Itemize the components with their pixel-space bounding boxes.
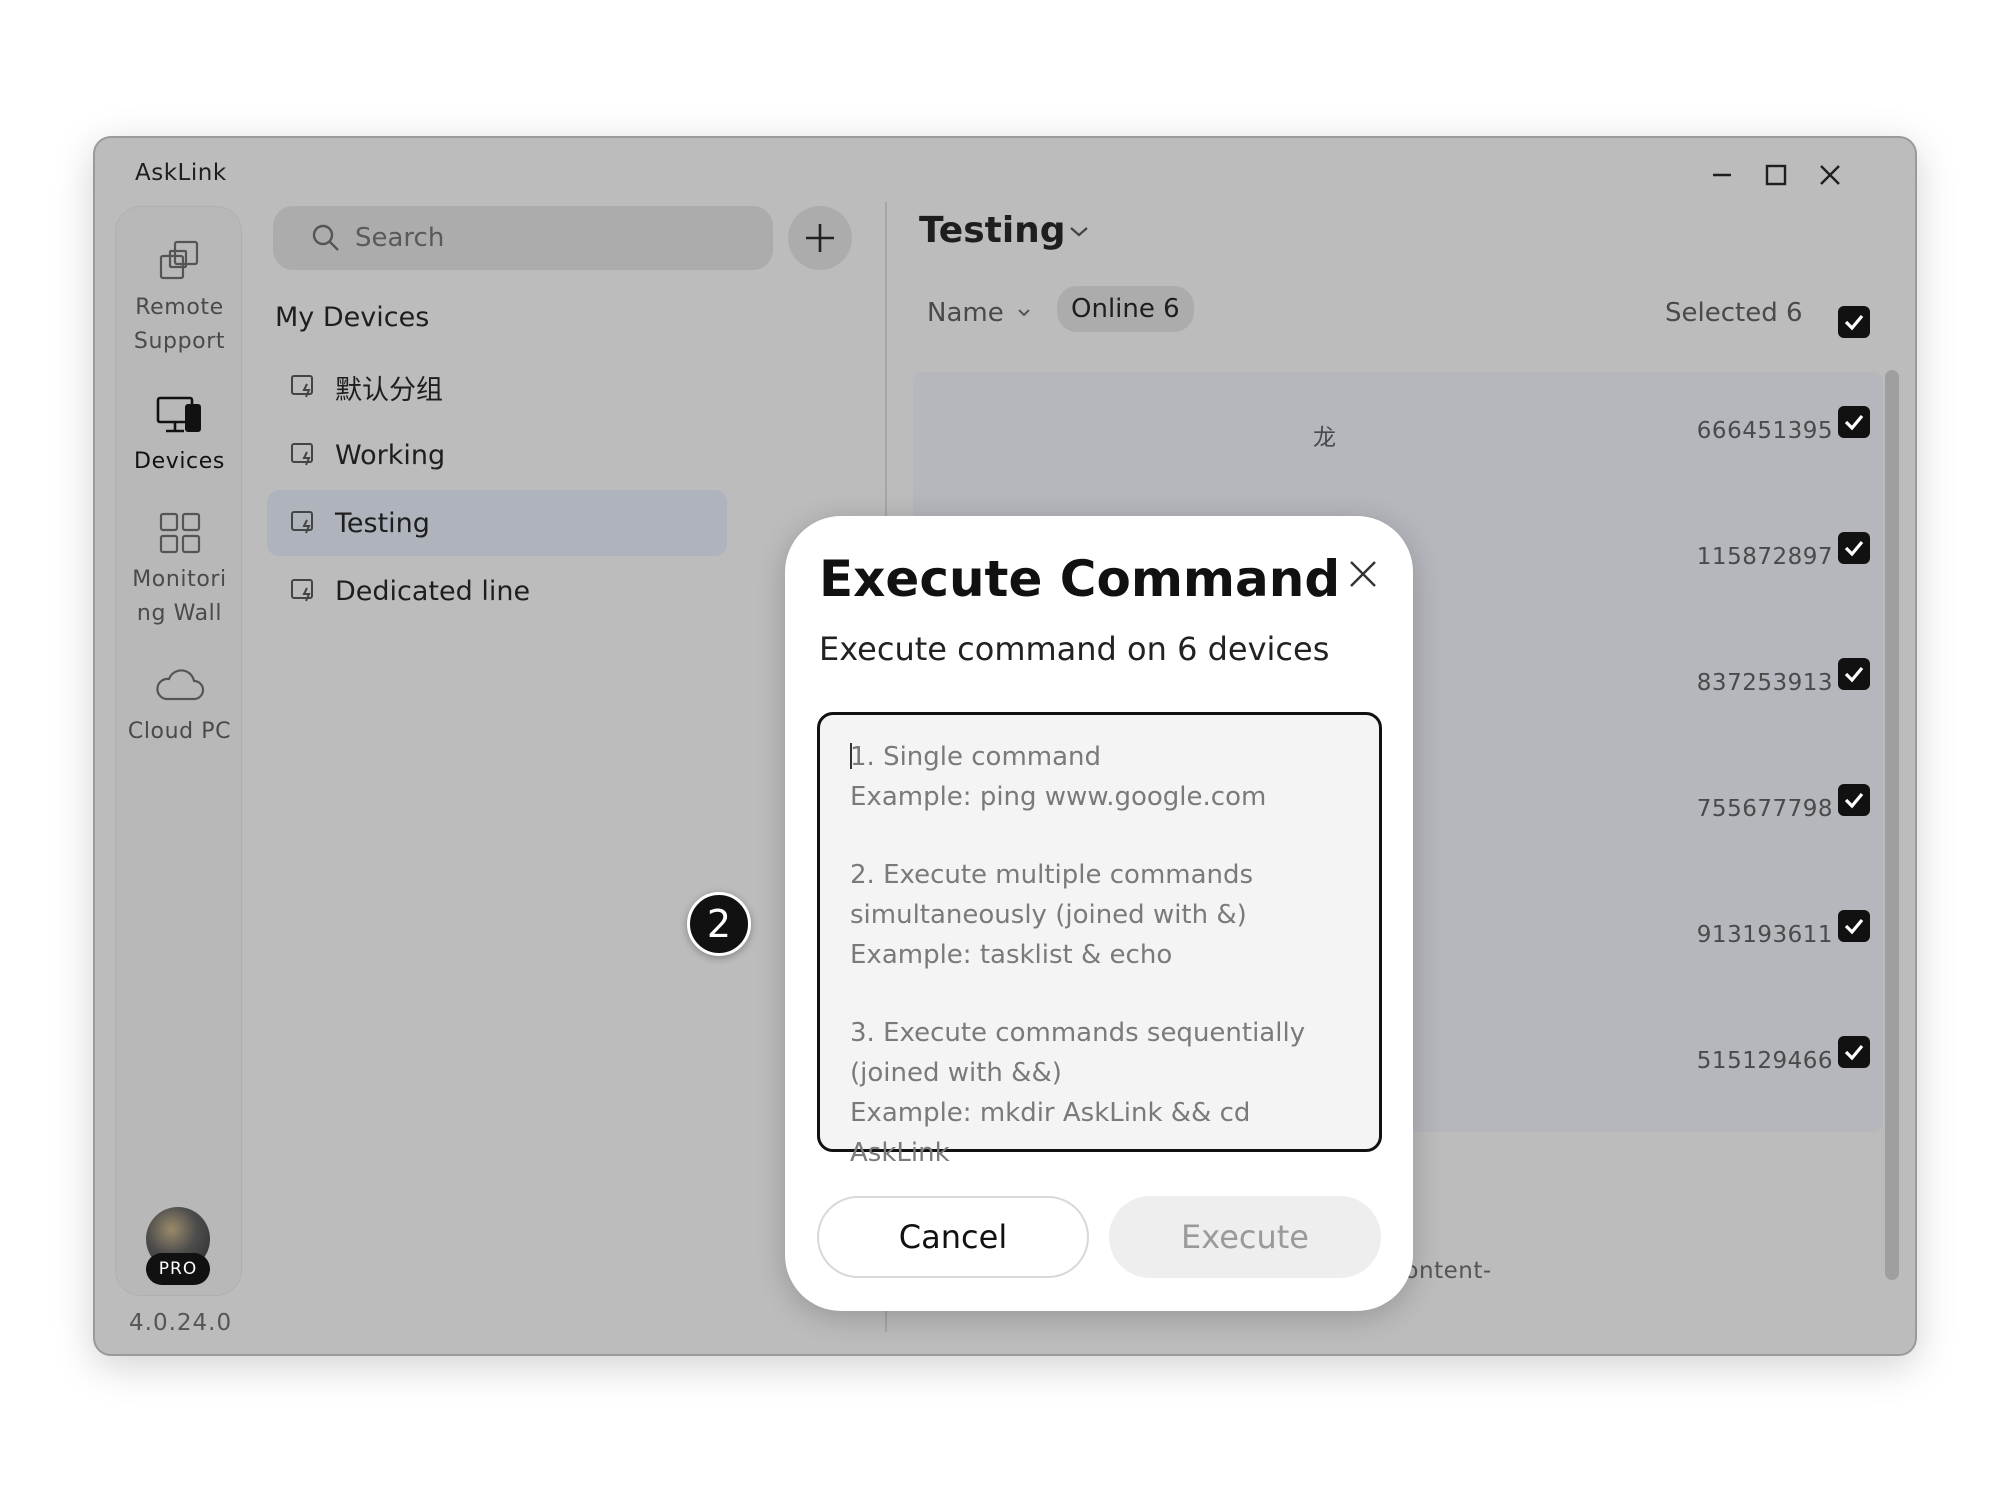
close-window-button[interactable] [1807,152,1853,198]
placeholder-line: 1. Single command [850,742,1102,772]
placeholder-line: 3. Execute commands sequentially [850,1018,1306,1048]
pro-badge: PRO [146,1253,210,1285]
group-label: 默认分组 [335,374,443,406]
device-id: 666451395 [1696,418,1833,444]
row-checkbox[interactable] [1838,658,1870,690]
group-label: Testing [335,507,430,539]
check-icon [1844,666,1864,683]
devices-icon [156,396,201,433]
online-filter-chip[interactable]: Online 6 [1057,286,1194,332]
search-input[interactable]: Search [273,206,773,270]
group-device-icon [291,375,313,398]
device-id: 913193611 [1696,922,1833,948]
search-placeholder: Search [355,223,445,253]
device-name: 龙 [1313,425,1336,451]
rail-label: Devices [134,449,225,474]
group-item[interactable]: 默认分组 [267,354,727,420]
group-item[interactable]: Dedicated line [267,558,727,624]
rail-item-remote-support[interactable]: Remote Support [116,231,243,359]
placeholder-line: (joined with &&) [850,1058,1062,1088]
chevron-down-icon [1018,309,1030,317]
left-navigation-rail: Remote Support Devices Monitori ng Wall … [115,206,242,1296]
command-textarea[interactable]: 1. Single command Example: ping www.goog… [817,712,1382,1168]
close-icon [1820,165,1840,185]
rail-item-monitoring-wall[interactable]: Monitori ng Wall [116,503,243,631]
check-icon [1844,314,1864,331]
search-icon [312,224,339,251]
group-item-selected[interactable]: Testing [267,490,727,556]
check-icon [1844,1044,1864,1061]
execute-command-dialog: Execute Command Execute command on 6 dev… [785,516,1413,1311]
placeholder-line: 2. Execute multiple commands [850,860,1254,890]
maximize-button[interactable] [1753,152,1799,198]
group-label: Dedicated line [335,575,531,607]
scrollbar[interactable] [1885,370,1899,1280]
text-caret [850,743,852,769]
rail-label: Cloud PC [127,719,232,744]
close-icon [1350,561,1376,587]
group-label: Working [335,439,446,471]
group-dropdown-toggle[interactable] [1067,220,1091,248]
cloud-icon [155,669,204,701]
check-icon [1844,540,1864,557]
selected-count: Selected 6 [1665,298,1803,328]
plus-icon [806,224,834,252]
step-badge: 2 [687,892,751,956]
device-id: 115872897 [1696,544,1833,570]
placeholder-line: Example: mkdir AskLink && cd AskLink [850,1098,1251,1168]
check-icon [1844,918,1864,935]
dialog-close-button[interactable] [1341,552,1385,596]
row-checkbox[interactable] [1838,910,1870,942]
rail-label: Remote Support [133,295,226,354]
group-device-icon [291,579,313,602]
minimize-icon [1713,173,1731,177]
rail-item-cloud-pc[interactable]: Cloud PC [116,655,243,749]
rail-label: Monitori ng Wall [132,567,227,626]
placeholder-line: Example: tasklist & echo [850,940,1173,970]
group-device-icon [291,511,313,534]
row-checkbox[interactable] [1838,784,1870,816]
device-id: 515129466 [1696,1048,1833,1074]
add-group-button[interactable] [788,206,852,270]
device-id: 755677798 [1696,796,1833,822]
device-id: 837253913 [1696,670,1833,696]
app-window: AskLink Remote Support Devices Monitori … [93,136,1917,1356]
rail-item-devices[interactable]: Devices [116,385,243,479]
execute-button[interactable]: Execute [1109,1196,1381,1278]
app-title: AskLink [135,160,227,186]
sort-by-name[interactable]: Name [927,298,1032,328]
version-label: 4.0.24.0 [129,1310,233,1336]
placeholder-line: simultaneously (joined with &) [850,900,1247,930]
table-row[interactable]: 龙 666451395 [913,372,1883,498]
group-title[interactable]: Testing [919,210,1066,251]
group-item[interactable]: Working [267,422,727,488]
check-icon [1844,414,1864,431]
row-checkbox[interactable] [1838,406,1870,438]
select-all-checkbox[interactable] [1838,306,1870,338]
my-devices-heading: My Devices [275,302,430,333]
sort-label: Name [927,298,1004,328]
dialog-subtitle: Execute command on 6 devices [819,630,1330,668]
dialog-title: Execute Command [819,550,1341,608]
check-icon [1844,792,1864,809]
remote-support-icon [159,240,198,280]
placeholder-line: Example: ping www.google.com [850,782,1267,812]
cancel-button[interactable]: Cancel [817,1196,1089,1278]
row-checkbox[interactable] [1838,1036,1870,1068]
minimize-button[interactable] [1699,152,1745,198]
monitoring-wall-icon [159,512,200,554]
maximize-icon [1765,164,1787,186]
group-device-icon [291,443,313,466]
row-checkbox[interactable] [1838,532,1870,564]
chevron-down-icon [1070,227,1088,237]
